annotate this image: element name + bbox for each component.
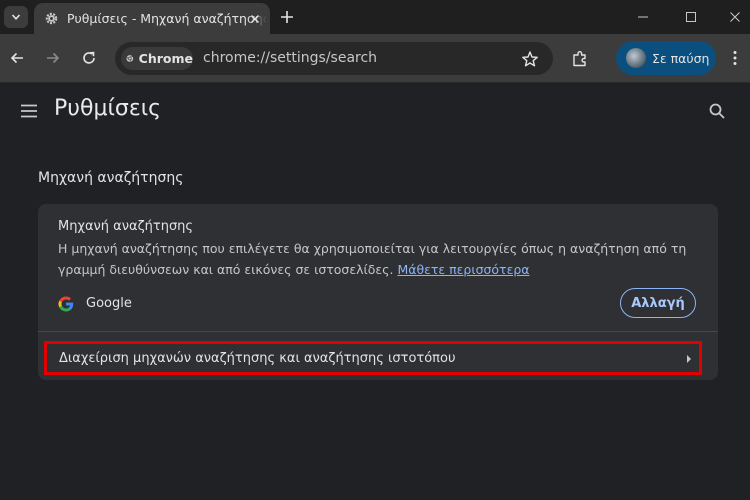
reload-icon[interactable] [80, 49, 98, 67]
description-text: Η μηχανή αναζήτησης που επιλέγετε θα χρη… [58, 241, 687, 277]
manage-search-engines-row[interactable]: Διαχείριση μηχανών αναζήτησης και αναζήτ… [44, 341, 702, 375]
forward-icon[interactable] [44, 49, 62, 67]
toolbar: Chrome chrome://settings/search Σε παύση [0, 34, 750, 83]
card-heading: Μηχανή αναζήτησης [58, 219, 194, 234]
section-title: Μηχανή αναζήτησης [38, 170, 184, 186]
maximize-icon[interactable] [682, 8, 700, 26]
change-button[interactable]: Αλλαγή [620, 288, 696, 318]
close-icon[interactable] [248, 12, 262, 26]
avatar [626, 48, 646, 68]
extensions-icon[interactable] [570, 49, 590, 69]
manage-search-engines-label: Διαχείριση μηχανών αναζήτησης και αναζήτ… [59, 351, 456, 366]
tab-strip: Ρυθμίσεις - Μηχανή αναζήτησης [0, 0, 750, 34]
chip-label: Chrome [138, 51, 193, 66]
profile-button[interactable]: Σε παύση [616, 41, 716, 75]
arrow-right-icon [687, 355, 691, 363]
tab-title: Ρυθμίσεις - Μηχανή αναζήτησης [67, 11, 267, 26]
url-text[interactable]: chrome://settings/search [203, 50, 377, 66]
chevron-down-icon [11, 14, 21, 20]
engine-name: Google [86, 296, 132, 311]
settings-header: Ρυθμίσεις [0, 83, 750, 141]
site-info-chip[interactable]: Chrome [121, 47, 193, 70]
chrome-icon [126, 55, 134, 62]
divider [38, 331, 718, 332]
star-icon[interactable] [521, 50, 539, 68]
profile-label: Σε παύση [652, 50, 710, 66]
card-description: Η μηχανή αναζήτησης που επιλέγετε θα χρη… [58, 239, 708, 280]
page-title: Ρυθμίσεις [54, 96, 162, 121]
hamburger-icon[interactable] [20, 103, 38, 119]
close-window-icon[interactable] [726, 8, 744, 26]
minimize-icon[interactable] [634, 8, 652, 26]
tab-search-button[interactable] [4, 6, 28, 28]
plus-icon[interactable] [278, 8, 296, 26]
search-engine-card: Μηχανή αναζήτησης Η μηχανή αναζήτησης πο… [38, 204, 718, 380]
gear-icon [45, 12, 58, 25]
google-logo [58, 296, 74, 312]
more-vert-icon[interactable] [728, 49, 742, 67]
address-bar[interactable]: Chrome chrome://settings/search [115, 42, 553, 75]
learn-more-link[interactable]: Μάθετε περισσότερα [397, 262, 529, 277]
default-engine-row: Google [58, 292, 698, 318]
search-icon[interactable] [708, 102, 726, 120]
active-tab[interactable]: Ρυθμίσεις - Μηχανή αναζήτησης [34, 3, 270, 34]
back-icon[interactable] [8, 49, 26, 67]
